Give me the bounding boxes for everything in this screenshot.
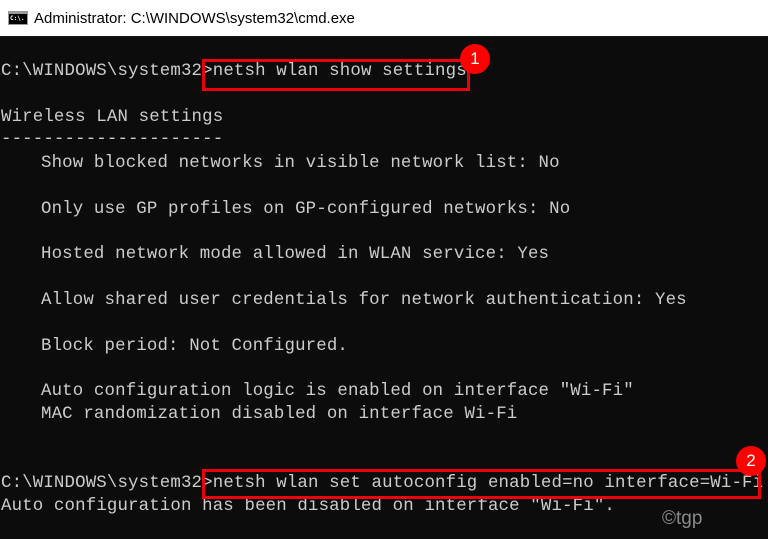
- setting-line: Auto configuration logic is enabled on i…: [41, 382, 634, 401]
- title-bar: C:\. Administrator: C:\WINDOWS\system32\…: [0, 0, 768, 37]
- step-badge-2: 2: [736, 446, 766, 476]
- setting-line: Block period: Not Configured.: [41, 337, 348, 356]
- setting-line: MAC randomization disabled on interface …: [41, 405, 518, 424]
- setting-line: Show blocked networks in visible network…: [41, 154, 560, 173]
- step-badge-1: 1: [460, 44, 490, 74]
- prompt: C:\WINDOWS\system32>: [1, 62, 213, 81]
- prompt: C:\WINDOWS\system32>: [1, 474, 213, 493]
- setting-line: Hosted network mode allowed in WLAN serv…: [41, 245, 550, 264]
- result-line: Auto configuration has been disabled on …: [1, 497, 615, 516]
- window-title: Administrator: C:\WINDOWS\system32\cmd.e…: [34, 9, 355, 27]
- highlight-box-1: [202, 59, 470, 91]
- cmd-icon: C:\.: [8, 11, 28, 25]
- highlight-box-2: [202, 469, 761, 499]
- watermark: ©tgp: [662, 508, 703, 529]
- separator: ---------------------: [1, 130, 224, 149]
- section-heading: Wireless LAN settings: [1, 108, 224, 127]
- console-output[interactable]: C:\WINDOWS\system32>netsh wlan show sett…: [0, 37, 768, 539]
- setting-line: Only use GP profiles on GP-configured ne…: [41, 200, 571, 219]
- setting-line: Allow shared user credentials for networ…: [41, 291, 687, 310]
